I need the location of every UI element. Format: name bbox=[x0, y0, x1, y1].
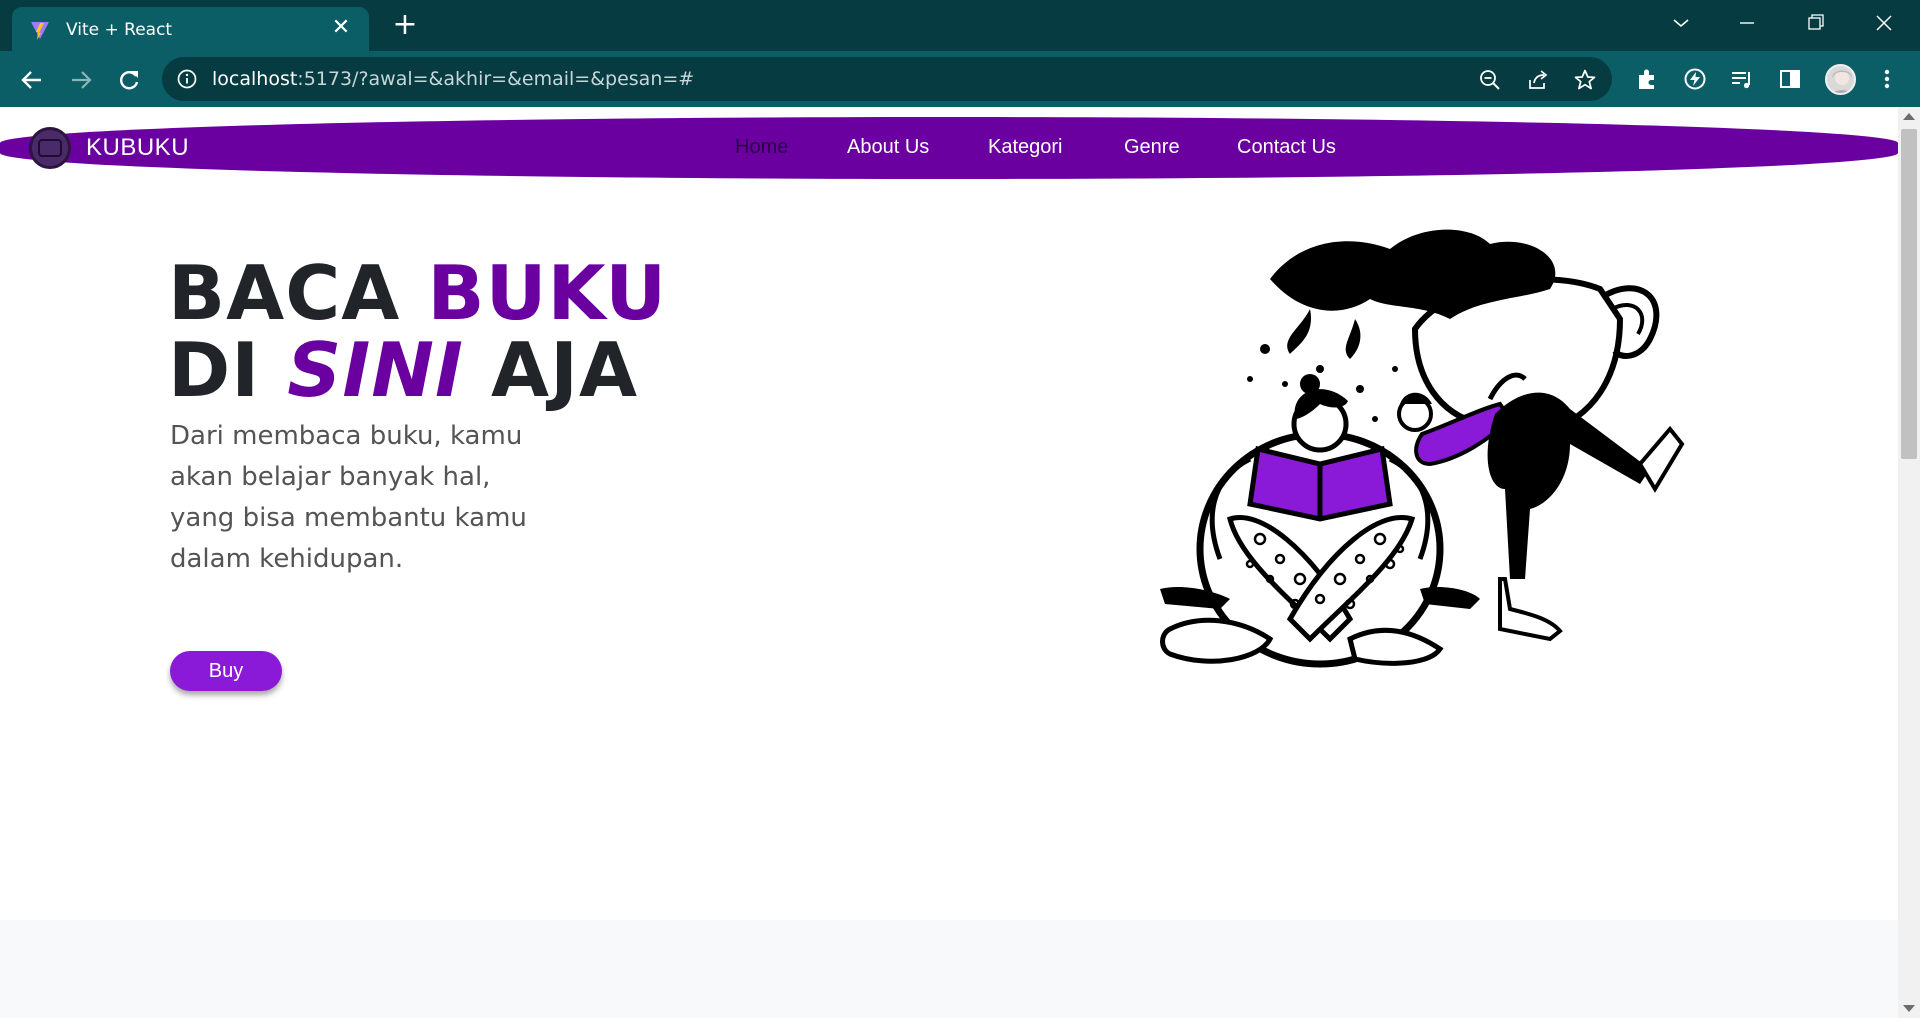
extensions-puzzle-icon[interactable] bbox=[1634, 66, 1660, 92]
side-panel-icon[interactable] bbox=[1777, 66, 1803, 92]
kubuku-logo-icon[interactable] bbox=[29, 127, 71, 169]
zoom-icon[interactable] bbox=[1478, 68, 1502, 92]
url-host: localhost bbox=[212, 68, 298, 90]
nav-link-kategori[interactable]: Kategori bbox=[988, 136, 1063, 159]
hero-title-word-baca: BACA bbox=[168, 249, 401, 337]
tab-title: Vite + React bbox=[66, 20, 173, 40]
vertical-scrollbar[interactable] bbox=[1898, 107, 1920, 1018]
profile-avatar[interactable] bbox=[1825, 64, 1856, 95]
hero-description: Dari membaca buku, kamu akan belajar ban… bbox=[170, 421, 527, 574]
url-path: :5173/?awal=&akhir=&email=&pesan=# bbox=[297, 68, 695, 90]
media-playlist-icon[interactable] bbox=[1729, 66, 1755, 92]
close-tab-icon[interactable]: ✕ bbox=[329, 16, 353, 40]
minimize-icon[interactable] bbox=[1729, 8, 1765, 38]
profile-picture-icon bbox=[1832, 70, 1852, 93]
new-tab-button[interactable]: + bbox=[390, 10, 420, 41]
hero-title-line1: BACA BUKU bbox=[168, 256, 667, 331]
reload-icon[interactable] bbox=[114, 65, 144, 95]
more-menu-icon[interactable] bbox=[1874, 66, 1900, 92]
site-navbar: KUBUKU Home About Us Kategori Genre Cont… bbox=[0, 117, 1898, 179]
hero-title-word-sini: SINI bbox=[287, 326, 464, 414]
vite-favicon-icon bbox=[31, 22, 49, 40]
nav-link-genre[interactable]: Genre bbox=[1124, 136, 1180, 159]
hero-title-word-aja: AJA bbox=[491, 326, 639, 414]
back-arrow-icon[interactable] bbox=[17, 65, 47, 95]
bookmark-star-icon[interactable] bbox=[1573, 68, 1597, 92]
page-viewport: KUBUKU Home About Us Kategori Genre Cont… bbox=[0, 107, 1898, 1018]
hero-title-line2: DI SINI AJA bbox=[168, 333, 638, 408]
browser-tab[interactable]: Vite + React ✕ bbox=[12, 7, 369, 51]
browser-toolbar: localhost:5173/?awal=&akhir=&email=&pesa… bbox=[0, 51, 1920, 107]
buy-button[interactable]: Buy bbox=[170, 651, 282, 691]
brand-name[interactable]: KUBUKU bbox=[86, 134, 189, 162]
reading-illustration bbox=[1160, 229, 1685, 668]
extension-lightning-icon[interactable] bbox=[1682, 66, 1708, 92]
scroll-up-arrow-icon[interactable] bbox=[1903, 113, 1915, 120]
page-next-section bbox=[0, 920, 1898, 1018]
share-icon[interactable] bbox=[1526, 68, 1550, 92]
hero-title-word-di: DI bbox=[168, 326, 261, 414]
nav-link-contact-us[interactable]: Contact Us bbox=[1237, 136, 1336, 159]
nav-link-home[interactable]: Home bbox=[735, 136, 788, 159]
tab-search-icon[interactable] bbox=[1663, 8, 1699, 38]
scroll-down-arrow-icon[interactable] bbox=[1903, 1005, 1915, 1012]
forward-arrow-icon[interactable] bbox=[66, 65, 96, 95]
restore-icon[interactable] bbox=[1797, 8, 1833, 38]
hero-title-word-buku: BUKU bbox=[427, 249, 668, 337]
address-bar[interactable]: localhost:5173/?awal=&akhir=&email=&pesa… bbox=[162, 57, 1612, 101]
window-close-icon[interactable] bbox=[1866, 8, 1902, 38]
site-info-icon[interactable] bbox=[176, 68, 198, 90]
nav-link-about-us[interactable]: About Us bbox=[847, 136, 929, 159]
browser-tabstrip: Vite + React ✕ + bbox=[0, 0, 1920, 51]
scroll-thumb[interactable] bbox=[1901, 129, 1917, 459]
url-text: localhost:5173/?awal=&akhir=&email=&pesa… bbox=[212, 68, 694, 90]
